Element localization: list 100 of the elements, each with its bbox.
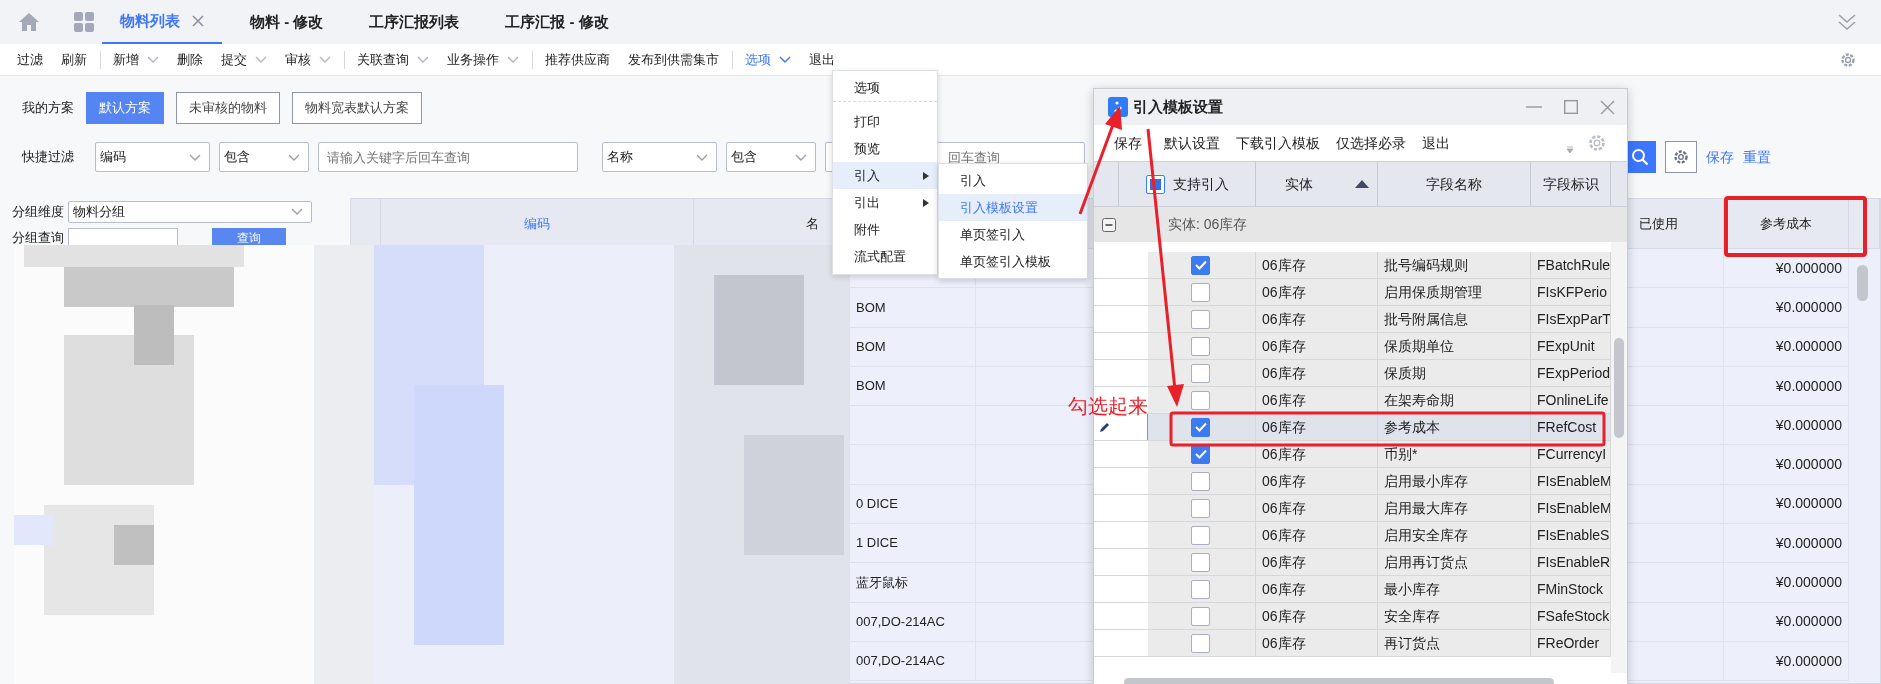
scheme-button[interactable]: 物料宽表默认方案 xyxy=(292,92,422,124)
toolbar-button[interactable]: 仅选择必录 xyxy=(1328,132,1414,154)
table-cell-text: ¥0.000000 xyxy=(1775,533,1842,553)
toolbar-button[interactable]: 新增 xyxy=(100,50,168,69)
menu-item[interactable]: 附件 xyxy=(833,216,937,243)
toolbar-button[interactable]: 退出 xyxy=(1414,132,1458,154)
settings-icon[interactable] xyxy=(1587,133,1607,153)
tab[interactable]: 工序汇报 - 修改 xyxy=(487,0,627,44)
table-cell: FCurrencyI xyxy=(1531,441,1611,468)
table-cell-text: BOM xyxy=(856,298,886,317)
toolbar-button[interactable]: 保存 xyxy=(1108,132,1156,154)
table-cell: 06库存 xyxy=(1256,630,1378,657)
menu-item[interactable]: 单页签引入模板 xyxy=(939,248,1087,275)
grid-icon[interactable] xyxy=(74,12,94,32)
table-cell: 06库存 xyxy=(1256,279,1378,306)
checkbox[interactable] xyxy=(1191,633,1210,653)
close-icon xyxy=(1600,99,1615,115)
table-cell-text: ¥0.000000 xyxy=(1775,494,1842,514)
toolbar-button[interactable]: 删除 xyxy=(168,44,212,75)
tab[interactable]: 物料 - 修改 xyxy=(232,0,342,44)
checkbox[interactable] xyxy=(1191,309,1210,329)
menu-item[interactable]: 引出 xyxy=(833,189,937,216)
input-field[interactable] xyxy=(68,227,178,248)
toolbar-button[interactable]: 提交 xyxy=(212,44,276,75)
scrollbar[interactable] xyxy=(1611,242,1627,673)
settings-icon[interactable] xyxy=(1839,50,1857,69)
checkbox[interactable] xyxy=(1191,606,1210,626)
checkbox[interactable] xyxy=(1191,336,1210,356)
table-cell: 启用再订货点 xyxy=(1378,549,1531,576)
field-label: 我的方案 xyxy=(22,99,74,118)
table-cell-text: ¥0.000000 xyxy=(1775,415,1842,435)
table-cell: 06库存 xyxy=(1256,549,1378,576)
maximize-button[interactable] xyxy=(1564,100,1578,114)
checkbox[interactable] xyxy=(1191,525,1210,545)
menu-item[interactable]: 选项 xyxy=(833,75,937,102)
caret-icon[interactable] xyxy=(1565,144,1575,154)
toolbar-button[interactable]: 发布到供需集市 xyxy=(619,44,728,75)
checkbox[interactable] xyxy=(1191,390,1210,410)
checkbox[interactable] xyxy=(1191,579,1210,599)
checkbox[interactable] xyxy=(1191,255,1210,275)
table-cell: 06库存 xyxy=(1256,252,1378,279)
table-cell: 启用最小库存 xyxy=(1378,468,1531,495)
toolbar-button[interactable]: 推荐供应商 xyxy=(532,50,619,69)
column-header[interactable]: 字段名称 xyxy=(1378,162,1531,206)
column-header: 名 xyxy=(806,214,819,233)
maximize-icon xyxy=(1564,100,1578,114)
checkbox[interactable] xyxy=(1191,552,1210,572)
home-icon[interactable] xyxy=(18,12,40,32)
column-header[interactable]: 支持引入 xyxy=(1119,162,1256,206)
toolbar-button[interactable]: 审核 xyxy=(276,44,340,75)
toolbar-button[interactable]: 刷新 xyxy=(52,44,96,75)
menu-item[interactable]: 打印 xyxy=(833,108,937,135)
column-header[interactable]: 字段标识 xyxy=(1531,162,1611,206)
checkbox[interactable] xyxy=(1191,282,1210,302)
table-cell: FBatchRule xyxy=(1531,252,1611,279)
menu-item[interactable]: 预览 xyxy=(833,135,937,162)
toolbar-button[interactable]: 关联查询 xyxy=(344,50,438,69)
input-field[interactable]: 请输入关键字后回车查询 xyxy=(318,142,578,172)
toolbar-button[interactable]: 下载引入模板 xyxy=(1228,132,1328,154)
dropdown[interactable]: 包含 xyxy=(219,142,309,172)
toolbar-button[interactable]: 选项 xyxy=(732,50,800,69)
field-label: 分组查询 xyxy=(12,228,64,247)
settings-button[interactable] xyxy=(1665,141,1697,173)
check-icon xyxy=(1194,449,1207,459)
close-button[interactable] xyxy=(1600,99,1615,115)
toolbar-button[interactable]: 业务操作 xyxy=(438,44,528,75)
dropdown[interactable]: 物料分组 xyxy=(68,200,312,223)
checkbox[interactable] xyxy=(1191,498,1210,518)
menu-item[interactable]: 引入 xyxy=(833,162,937,189)
toolbar-button[interactable]: 默认设置 xyxy=(1156,132,1228,154)
table-cell-text: ¥0.000000 xyxy=(1775,455,1842,475)
square-icon xyxy=(1149,178,1161,190)
dropdown[interactable]: 包含 xyxy=(726,142,816,172)
table-cell: 06库存 xyxy=(1256,360,1378,387)
tab[interactable]: 工序汇报列表 xyxy=(351,0,478,44)
table-cell: 启用安全库存 xyxy=(1378,522,1531,549)
column-header[interactable]: 实体 xyxy=(1256,162,1378,206)
dropdown[interactable]: 名称 xyxy=(602,142,717,172)
table-cell-text: ¥0.000000 xyxy=(1775,297,1842,317)
reset-link[interactable]: 重置 xyxy=(1743,146,1771,168)
table-cell: 06库存 xyxy=(1256,603,1378,630)
checkbox[interactable] xyxy=(1191,363,1210,383)
checkbox[interactable] xyxy=(1191,417,1210,437)
check-icon xyxy=(1194,260,1207,270)
save-link[interactable]: 保存 xyxy=(1706,146,1734,168)
toolbar-button[interactable]: 过滤 xyxy=(8,44,52,75)
menu-item[interactable]: 引入模板设置 xyxy=(939,194,1087,221)
toolbar-button[interactable]: 退出 xyxy=(800,44,844,75)
menu-item[interactable]: 引入 xyxy=(939,167,1087,194)
table-cell: 保质期 xyxy=(1378,360,1531,387)
double-chevron-icon[interactable] xyxy=(1837,13,1857,31)
dropdown[interactable]: 编码 xyxy=(95,142,210,172)
table-cell: 在架寿命期 xyxy=(1378,387,1531,414)
close-icon[interactable] xyxy=(192,15,204,27)
collapse-icon[interactable] xyxy=(1102,217,1116,232)
menu-item[interactable]: 流式配置 xyxy=(833,243,937,270)
scheme-button[interactable]: 未审核的物料 xyxy=(176,92,280,124)
checkbox[interactable] xyxy=(1191,471,1210,491)
table-cell: 06库存 xyxy=(1256,441,1378,468)
menu-item[interactable]: 单页签引入 xyxy=(939,221,1087,248)
